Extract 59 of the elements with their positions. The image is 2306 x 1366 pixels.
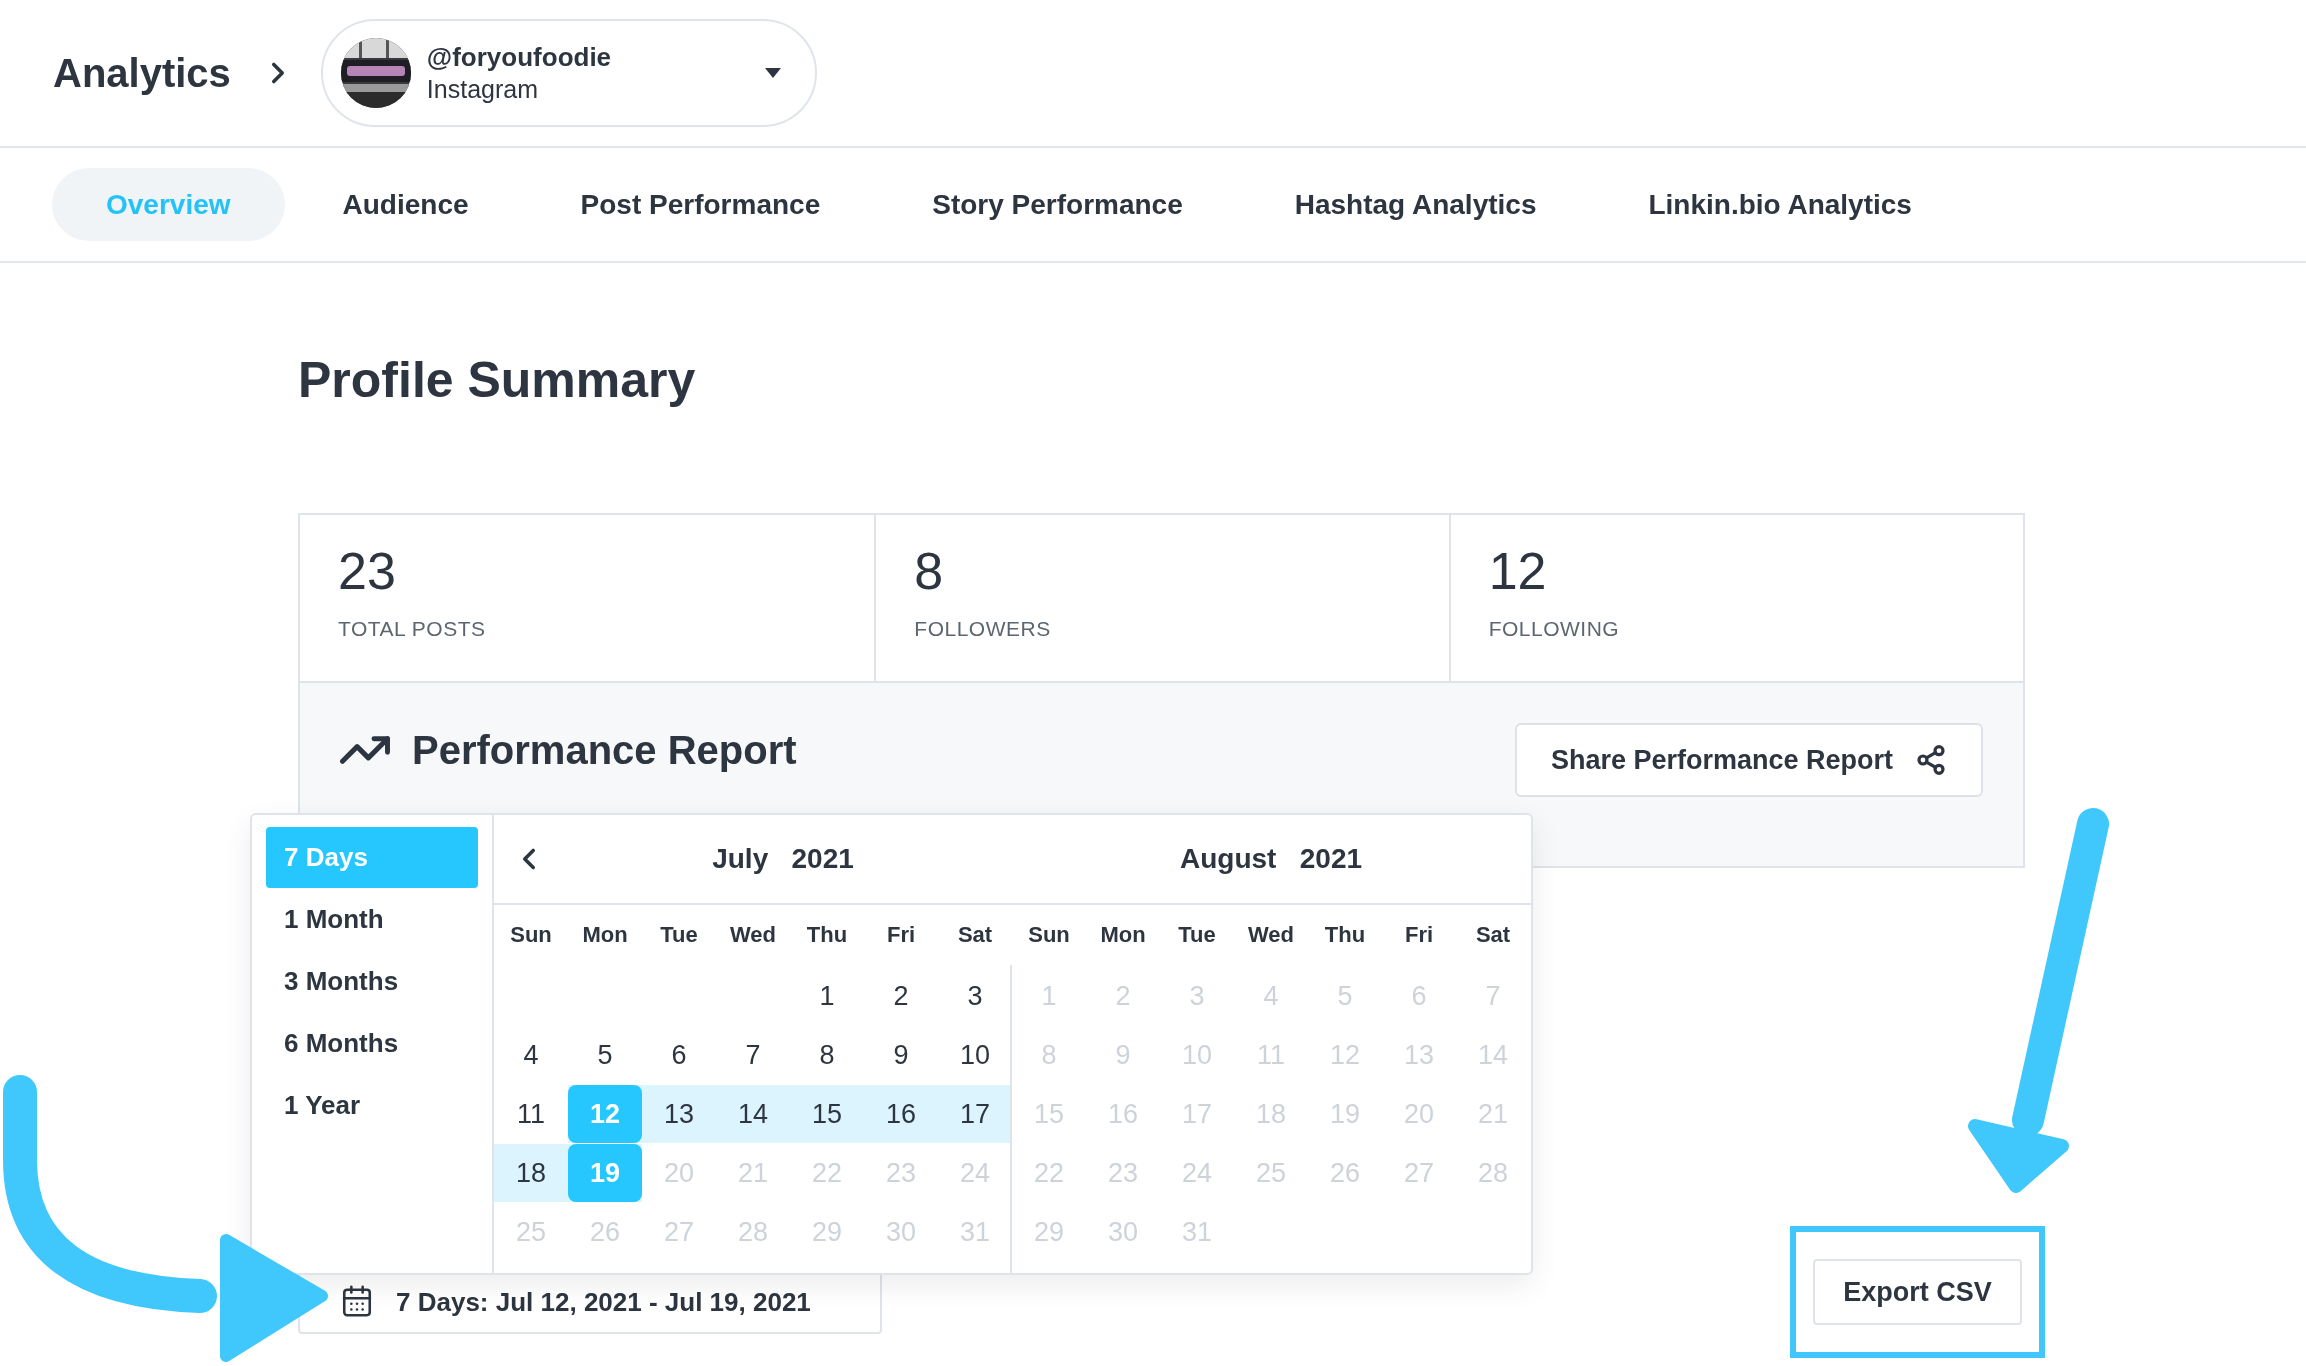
stat-label: FOLLOWERS	[914, 617, 1052, 641]
nav-tab[interactable]: Post Performance	[526, 168, 875, 241]
weekday-label: Wed	[1246, 922, 1295, 948]
calendar-day[interactable]: 13	[642, 1085, 716, 1143]
calendar-day[interactable]: 15	[790, 1085, 864, 1143]
calendar-day[interactable]: 18	[494, 1144, 568, 1202]
month-title: July 2021	[711, 843, 855, 875]
calendar-day[interactable]: 5	[568, 1026, 642, 1084]
calendar-day[interactable]: 1	[790, 967, 864, 1025]
page-title: Analytics	[53, 50, 231, 96]
weekday-label: Thu	[805, 922, 849, 948]
stat-value: 8	[914, 541, 945, 601]
section-title: Profile Summary	[298, 351, 697, 409]
nav-tab[interactable]: Hashtag Analytics	[1240, 168, 1591, 241]
weekday-label: Tue	[659, 922, 699, 948]
nav-tab[interactable]: Story Performance	[878, 168, 1237, 241]
weekday-label: Fri	[885, 922, 917, 948]
weekday-label: Sat	[956, 922, 994, 948]
report-title: Performance Report	[412, 727, 797, 773]
nav-tab[interactable]: Audience	[288, 168, 523, 241]
calendar-day[interactable]: 8	[790, 1026, 864, 1084]
caret-icon	[764, 68, 781, 78]
calendar-icon	[340, 1283, 374, 1318]
account-network: Instagram	[426, 75, 540, 104]
stat-value: 23	[338, 541, 397, 601]
stat-label: TOTAL POSTS	[338, 617, 487, 641]
weekday-label: Wed	[728, 922, 777, 948]
calendar-day[interactable]: 11	[494, 1085, 568, 1143]
calendar-day[interactable]: 10	[938, 1026, 1012, 1084]
calendar-day[interactable]: 3	[938, 967, 1012, 1025]
weekday-label: Tue	[1177, 922, 1217, 948]
weekday-label: Sat	[1474, 922, 1512, 948]
calendar-day[interactable]: 9	[864, 1026, 938, 1084]
calendar-day[interactable]: 4	[494, 1026, 568, 1084]
nav-tab[interactable]: Linkin.bio Analytics	[1594, 168, 1966, 241]
share-report-button[interactable]: Share Performance Report	[1514, 723, 1983, 797]
calendar-day[interactable]: 2	[864, 967, 938, 1025]
range-preset[interactable]: 1 Year	[266, 1075, 478, 1136]
export-button[interactable]: Export CSV	[1813, 1259, 2022, 1325]
weekday-label: Thu	[1323, 922, 1367, 948]
stat-value: 12	[1488, 541, 1548, 601]
stat-label: FOLLOWING	[1488, 617, 1621, 641]
share-icon	[1915, 744, 1947, 776]
range-preset[interactable]: 6 Months	[266, 1013, 478, 1074]
weekday-label: Sun	[509, 922, 553, 948]
weekday-label: Fri	[1403, 922, 1435, 948]
weekday-label: Mon	[1099, 922, 1147, 948]
account-selector[interactable]: @foryoufoodie Instagram	[320, 19, 817, 127]
calendar-day[interactable]: 16	[864, 1085, 938, 1143]
calendar-day[interactable]: 7	[716, 1026, 790, 1084]
range-preset[interactable]: 1 Month	[266, 889, 478, 950]
range-preset[interactable]: 3 Months	[266, 951, 478, 1012]
month-title: August 2021	[1178, 843, 1364, 875]
calendar-day[interactable]: 17	[938, 1085, 1012, 1143]
weekday-label: Mon	[581, 922, 629, 948]
calendar-day[interactable]: 6	[642, 1026, 716, 1084]
account-handle: @foryoufoodie	[426, 42, 613, 73]
weekday-label: Sun	[1027, 922, 1071, 948]
calendar-day[interactable]: 14	[716, 1085, 790, 1143]
